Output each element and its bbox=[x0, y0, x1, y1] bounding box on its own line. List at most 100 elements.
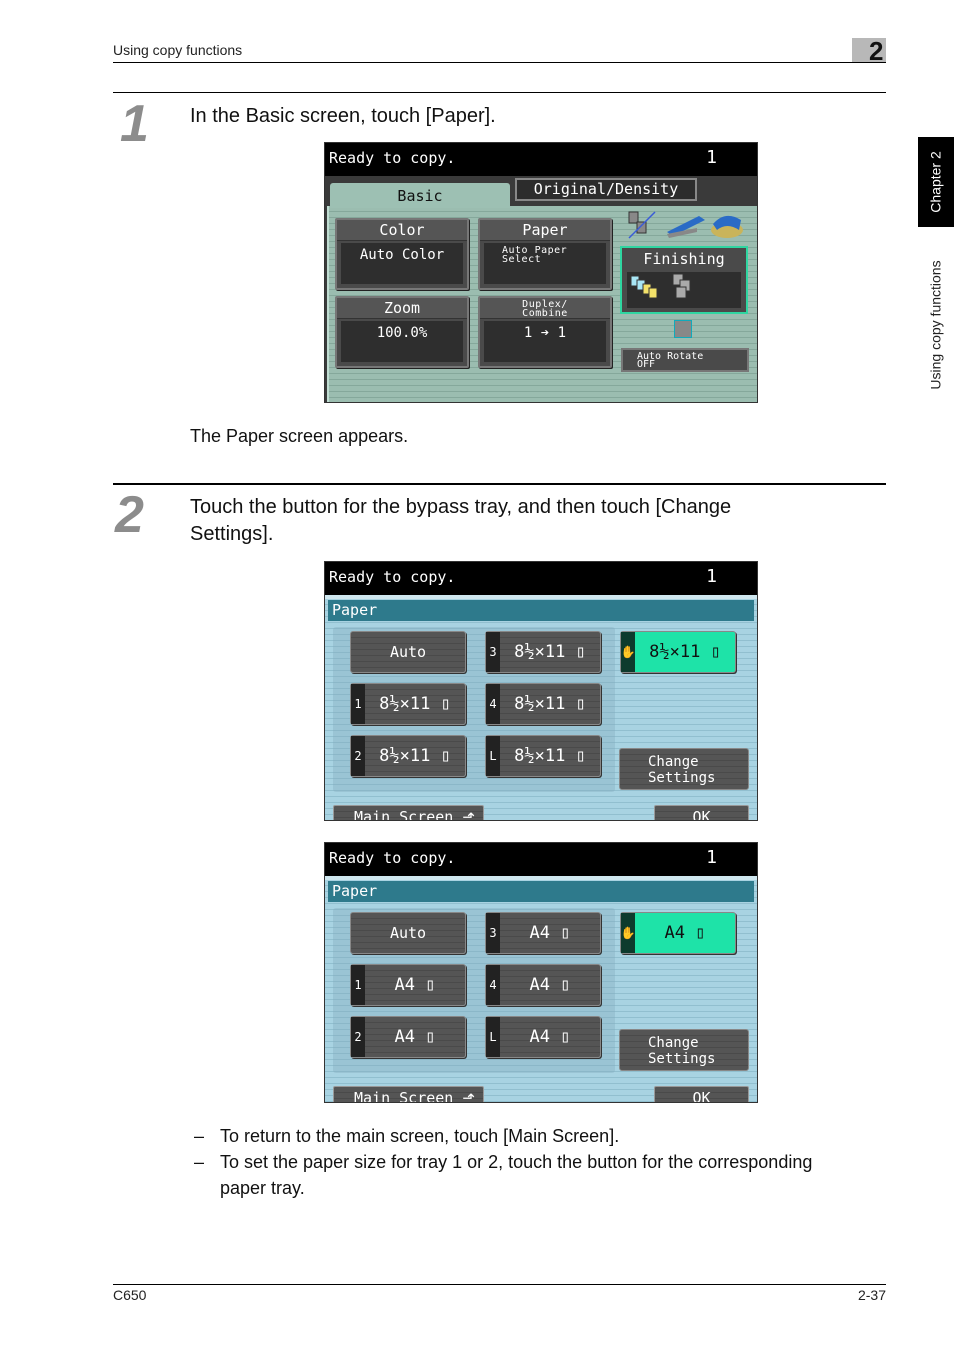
step-2-instruction: Touch the button for the bypass tray, an… bbox=[190, 494, 731, 548]
side-tab-section: Using copy functions bbox=[918, 245, 954, 405]
change-settings-line2: Settings bbox=[648, 770, 716, 786]
tray-4-button[interactable]: 4 8½×11 ▯ bbox=[485, 683, 601, 725]
tray-size: A4 ▯ bbox=[664, 923, 706, 943]
hand-icon: ✋ bbox=[621, 632, 635, 672]
step-2-rule bbox=[113, 483, 886, 485]
offset-sort-icon bbox=[630, 275, 658, 299]
zoom-button[interactable]: Zoom 100.0% bbox=[335, 296, 469, 368]
tray-tag: 4 bbox=[486, 965, 500, 1005]
auto-rotate-button[interactable]: Auto Rotate OFF bbox=[621, 348, 749, 372]
auto-paper-button[interactable]: Auto bbox=[350, 912, 466, 954]
bypass-tray-button[interactable]: ✋ A4 ▯ bbox=[620, 912, 736, 954]
main-screen-button[interactable]: Main Screen ⬏ bbox=[333, 805, 484, 820]
paper-value-line2: Select bbox=[502, 254, 542, 265]
tray-size: A4 ▯ bbox=[394, 1027, 436, 1047]
status-text: Ready to copy. bbox=[329, 149, 456, 167]
tray-size: 8½×11 ▯ bbox=[514, 642, 586, 662]
footer-page-number: 2-37 bbox=[857, 1287, 886, 1303]
status-bar: Ready to copy. 1 bbox=[325, 843, 757, 876]
note-item: To return to the main screen, touch [Mai… bbox=[192, 1123, 832, 1149]
tray-1-button[interactable]: 1 8½×11 ▯ bbox=[350, 683, 466, 725]
tray-tag: 2 bbox=[351, 1017, 365, 1057]
finishing-option-icons bbox=[628, 211, 743, 239]
staple-icon bbox=[667, 216, 705, 238]
duplex-combine-button[interactable]: Duplex/ Combine 1 ➔ 1 bbox=[478, 296, 612, 368]
paper-button-title: Paper bbox=[480, 220, 610, 241]
auto-paper-button[interactable]: Auto bbox=[350, 631, 466, 673]
change-settings-button[interactable]: Change Settings bbox=[619, 748, 749, 790]
tray-size: 8½×11 ▯ bbox=[514, 746, 586, 766]
tray-tag: L bbox=[486, 736, 500, 776]
tray-tag: 1 bbox=[351, 965, 365, 1005]
tray-size: 8½×11 ▯ bbox=[649, 642, 721, 662]
sort-icon bbox=[628, 211, 656, 239]
step-1-result: The Paper screen appears. bbox=[190, 426, 409, 446]
finishing-value bbox=[627, 272, 741, 308]
ok-button[interactable]: OK bbox=[654, 1086, 749, 1102]
main-screen-button[interactable]: Main Screen ⬏ bbox=[333, 1086, 484, 1102]
side-tab-chapter-label: Chapter 2 bbox=[928, 151, 945, 213]
running-header-title: Using copy functions bbox=[113, 42, 243, 58]
tab-original-density[interactable]: Original/Density bbox=[515, 178, 697, 201]
zoom-button-value: 100.0% bbox=[341, 321, 463, 362]
change-settings-line1: Change bbox=[648, 754, 699, 770]
change-settings-line2: Settings bbox=[648, 1051, 716, 1067]
status-text: Ready to copy. bbox=[329, 849, 456, 867]
tray-tag: 3 bbox=[486, 632, 500, 672]
color-button-value: Auto Color bbox=[341, 243, 463, 284]
paper-screen-letter: Ready to copy. 1 Paper Auto 3 8½×11 ▯ ✋ 8½… bbox=[324, 561, 758, 821]
tray-size: 8½×11 ▯ bbox=[514, 694, 586, 714]
paper-button[interactable]: Paper Auto Paper Select bbox=[478, 218, 612, 290]
copy-count: 1 bbox=[706, 147, 717, 168]
tray-size: 8½×11 ▯ bbox=[379, 694, 451, 714]
step-1-rule bbox=[113, 92, 886, 93]
tray-1-button[interactable]: 1 A4 ▯ bbox=[350, 964, 466, 1006]
tray-lct-button[interactable]: L A4 ▯ bbox=[485, 1016, 601, 1058]
auto-label: Auto bbox=[389, 643, 427, 661]
tray-tag: L bbox=[486, 1017, 500, 1057]
color-button-title: Color bbox=[337, 220, 467, 241]
punch-icon bbox=[711, 215, 743, 238]
tray-lct-button[interactable]: L 8½×11 ▯ bbox=[485, 735, 601, 777]
step-1-number: 1 bbox=[120, 95, 149, 153]
tray-2-button[interactable]: 2 A4 ▯ bbox=[350, 1016, 466, 1058]
tray-size: A4 ▯ bbox=[394, 975, 436, 995]
footer-rule bbox=[113, 1284, 886, 1285]
bypass-tray-button[interactable]: ✋ 8½×11 ▯ bbox=[620, 631, 736, 673]
footer-model: C650 bbox=[113, 1287, 147, 1303]
hand-icon: ✋ bbox=[621, 913, 635, 953]
step-2-number: 2 bbox=[115, 486, 144, 544]
finishing-button[interactable]: Finishing bbox=[620, 246, 748, 314]
paper-screen-body: Paper Auto 3 8½×11 ▯ ✋ 8½×11 ▯ 1 8½×11 ▯ 48… bbox=[325, 595, 757, 820]
tray-size: A4 ▯ bbox=[529, 923, 571, 943]
basic-screen-screenshot: Ready to copy. 1 Basic Original/Density … bbox=[324, 142, 758, 403]
step-1-instruction: In the Basic screen, touch [Paper]. bbox=[190, 105, 496, 127]
side-tab-chapter: Chapter 2 bbox=[918, 137, 954, 227]
tab-basic[interactable]: Basic bbox=[330, 183, 510, 208]
status-bar: Ready to copy. 1 bbox=[325, 143, 757, 176]
tray-2-button[interactable]: 2 8½×11 ▯ bbox=[350, 735, 466, 777]
tray-3-button[interactable]: 3 A4 ▯ bbox=[485, 912, 601, 954]
tray-4-button[interactable]: 4 A4 ▯ bbox=[485, 964, 601, 1006]
status-text: Ready to copy. bbox=[329, 568, 456, 586]
paper-screen-title: Paper bbox=[328, 881, 754, 902]
paper-screen-body: Paper Auto 3 A4 ▯ ✋ A4 ▯ 1 A4 ▯ 4 A4 ▯ 2 A4 ▯… bbox=[325, 876, 757, 1102]
tray-size: 8½×11 ▯ bbox=[379, 746, 451, 766]
auto-label: Auto bbox=[389, 924, 427, 942]
change-settings-button[interactable]: Change Settings bbox=[619, 1029, 749, 1071]
duplex-button-title: Duplex/ Combine bbox=[480, 298, 610, 319]
duplex-button-value: 1 ➔ 1 bbox=[484, 321, 606, 362]
tray-tag: 4 bbox=[486, 684, 500, 724]
tray-3-button[interactable]: 3 8½×11 ▯ bbox=[485, 631, 601, 673]
change-settings-line1: Change bbox=[648, 1035, 699, 1051]
copy-count: 1 bbox=[706, 847, 717, 868]
tray-tag: 2 bbox=[351, 736, 365, 776]
finishing-mode-icons bbox=[630, 273, 691, 299]
note-item: To set the paper size for tray 1 or 2, t… bbox=[192, 1149, 832, 1201]
side-tab-section-label: Using copy functions bbox=[928, 260, 944, 390]
ok-button[interactable]: OK bbox=[654, 805, 749, 820]
status-bar: Ready to copy. 1 bbox=[325, 562, 757, 595]
auto-rotate-line2: OFF bbox=[637, 359, 656, 370]
auto-rotate-icon bbox=[674, 320, 692, 338]
color-button[interactable]: Color Auto Color bbox=[335, 218, 469, 290]
